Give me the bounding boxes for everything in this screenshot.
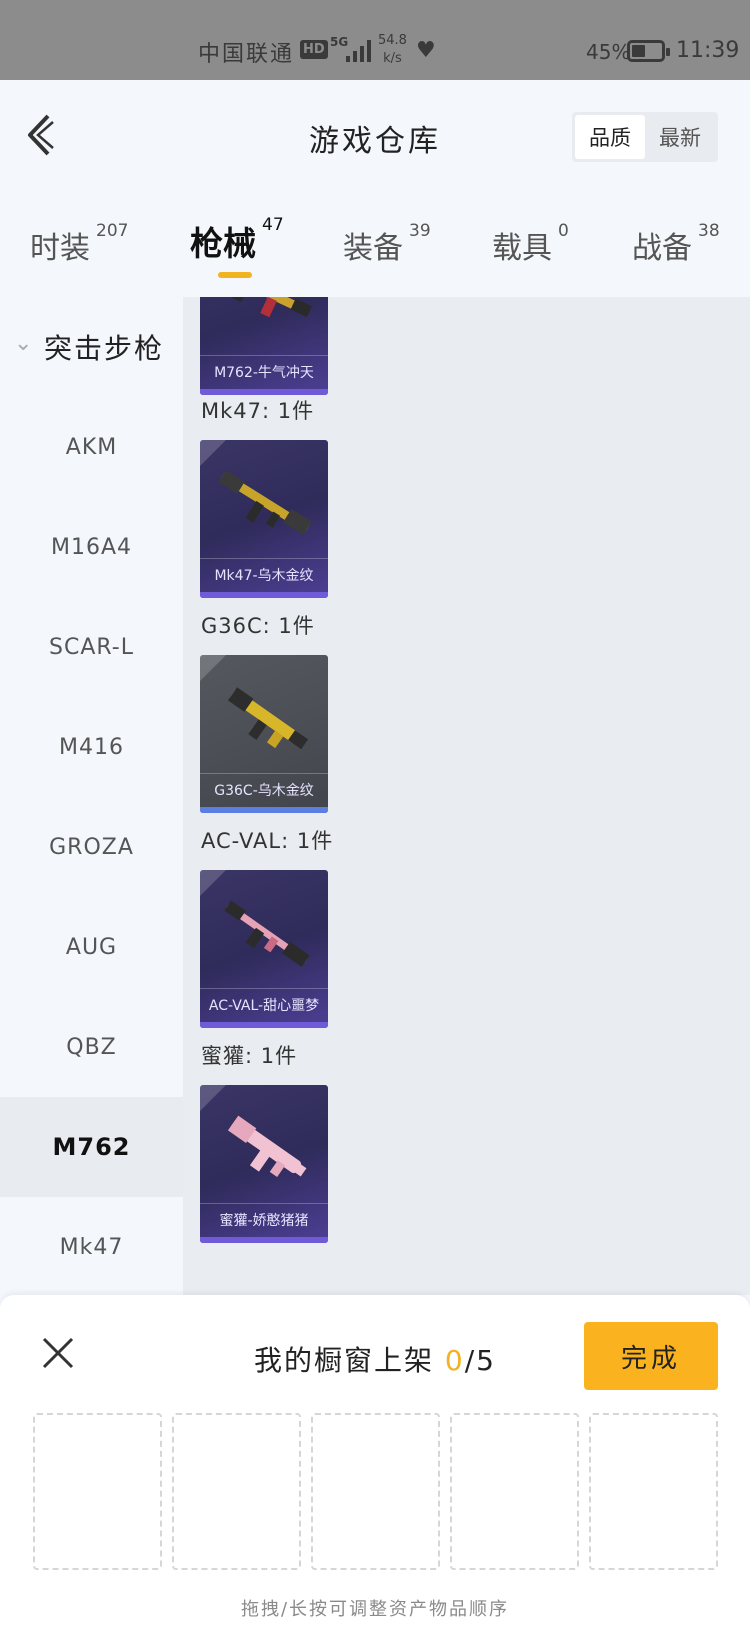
tab-label: 战备 [632,231,692,266]
rarity-bar [200,1237,328,1243]
tab-label: 时装 [30,231,90,266]
heart-icon: ♥ [416,38,436,63]
tab-count: 0 [558,221,569,241]
showcase-slot[interactable] [33,1413,162,1570]
item-card-ac-val[interactable]: AC-VAL-甜心噩梦 [200,870,328,1028]
item-caption: G36C-乌木金纹 [200,773,328,807]
showcase-panel: 我的橱窗上架 0/5 完成 拖拽/长按可调整资产物品顺序 [0,1295,750,1650]
sort-quality-button[interactable]: 品质 [575,115,645,159]
tab-count: 38 [698,221,720,241]
tab-label: 装备 [343,231,403,266]
showcase-current-count: 0 [444,1344,465,1377]
chevron-down-icon: ⌄ [14,331,33,356]
item-count-label: Mk47: 1件 [201,399,315,423]
item-card-honey-badger[interactable]: 蜜獾-娇憨猪猪 [200,1085,328,1243]
battery-icon [627,40,670,62]
tab-fashion[interactable]: 时装 207 [30,221,129,267]
item-count-label: AC-VAL: 1件 [201,829,334,853]
item-caption: Mk47-乌木金纹 [200,558,328,592]
tab-count: 207 [96,221,129,241]
speed-value: 54.8 [378,33,407,48]
sidebar-item-akm[interactable]: AKM [0,397,183,497]
rarity-bar [200,807,328,813]
item-count-label: G36C: 1件 [201,614,315,638]
sort-latest-button[interactable]: 最新 [645,115,715,159]
battery-percent: 45% [586,40,631,64]
sidebar-group-label: 突击步枪 [44,332,165,365]
item-count-label: 蜜獾: 1件 [201,1044,298,1068]
sidebar-item-mk47[interactable]: Mk47 [0,1197,183,1297]
rifle-icon [227,1115,307,1178]
showcase-slot[interactable] [450,1413,579,1570]
carrier-name: 中国联通 [198,42,295,67]
tab-count: 47 [262,215,284,235]
tab-supplies[interactable]: 战备 38 [632,221,720,267]
tab-label: 载具 [492,231,552,266]
item-card-g36c[interactable]: G36C-乌木金纹 [200,655,328,813]
done-button[interactable]: 完成 [584,1322,718,1390]
sidebar-group-header[interactable]: ⌄ 突击步枪 [0,327,183,367]
rifle-icon [218,470,312,536]
reorder-hint: 拖拽/长按可调整资产物品顺序 [240,1599,510,1620]
hd-badge: HD [300,40,328,59]
tab-guns[interactable]: 枪械 47 [190,215,284,265]
rarity-bar [200,1022,328,1028]
item-caption: 蜜獾-娇憨猪猪 [200,1203,328,1237]
showcase-slot[interactable] [589,1413,718,1570]
item-card-m762[interactable]: M762-牛气冲天 [200,297,328,395]
item-card-mk47[interactable]: Mk47-乌木金纹 [200,440,328,598]
sidebar-item-m16a4[interactable]: M16A4 [0,497,183,597]
speed-unit: k/s [383,51,402,66]
rifle-icon [222,297,312,318]
active-tab-indicator [218,272,252,278]
sidebar-item-scar-l[interactable]: SCAR-L [0,597,183,697]
panel-title-text: 我的橱窗上架 [254,1344,435,1377]
tab-equipment[interactable]: 装备 39 [343,221,431,267]
item-caption: AC-VAL-甜心噩梦 [200,988,328,1022]
showcase-total-count: /5 [464,1344,496,1377]
sidebar-item-aug[interactable]: AUG [0,897,183,997]
rifle-icon [227,687,309,750]
showcase-slot[interactable] [172,1413,301,1570]
signal-icon [346,38,371,62]
status-bar: 中国联通 HD 5G 54.8 k/s ♥ 45% 11:39 [0,0,750,80]
tab-vehicles[interactable]: 载具 0 [492,221,569,267]
rarity-bar [200,592,328,598]
clock: 11:39 [676,38,740,63]
showcase-slot[interactable] [311,1413,440,1570]
sidebar-item-m416[interactable]: M416 [0,697,183,797]
header: 游戏仓库 品质 最新 [0,80,750,190]
network-speed: 54.8 k/s [378,32,407,68]
sidebar-item-qbz[interactable]: QBZ [0,997,183,1097]
sort-toggle: 品质 最新 [572,112,718,162]
item-caption: M762-牛气冲天 [200,355,328,389]
tab-count: 39 [409,221,431,241]
rifle-icon [224,900,310,968]
sidebar-item-groza[interactable]: GROZA [0,797,183,897]
item-list: M762-牛气冲天 Mk47: 1件 Mk47-乌木金纹 G36C: 1件 G3… [183,297,750,1295]
tab-label: 枪械 [190,224,256,263]
sidebar-item-m762[interactable]: M762 [0,1097,183,1197]
category-tabs: 时装 207 枪械 47 装备 39 载具 0 战备 38 [0,195,750,295]
weapon-sidebar: ⌄ 突击步枪 AKM M16A4 SCAR-L M416 GROZA AUG Q… [0,297,183,1295]
